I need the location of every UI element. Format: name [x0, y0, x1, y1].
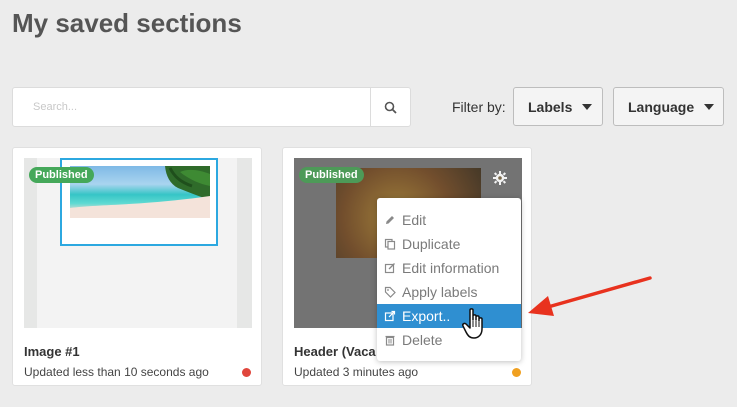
menu-item-duplicate[interactable]: Duplicate [377, 232, 521, 256]
menu-item-edit-information[interactable]: Edit information [377, 256, 521, 280]
status-dot [512, 368, 521, 377]
edit-info-icon [384, 263, 395, 274]
menu-item-delete[interactable]: Delete [377, 328, 521, 352]
menu-item-export[interactable]: Export.. [377, 304, 521, 328]
export-icon [384, 310, 396, 322]
search-icon [384, 101, 397, 114]
copy-icon [384, 238, 396, 250]
published-badge: Published [29, 167, 94, 183]
language-dropdown[interactable]: Language [613, 87, 724, 126]
menu-item-edit[interactable]: Edit [377, 208, 521, 232]
menu-item-label: Duplicate [402, 236, 461, 252]
search-bar [12, 87, 411, 127]
section-thumbnail[interactable]: Published [24, 158, 252, 328]
menu-item-label: Edit [402, 212, 427, 228]
annotation-arrow-icon [528, 276, 652, 316]
menu-item-label: Edit information [402, 260, 500, 276]
menu-item-label: Apply labels [402, 284, 478, 300]
caret-down-icon [704, 103, 715, 110]
menu-item-apply-labels[interactable]: Apply labels [377, 280, 521, 304]
filter-label: Filter by: [452, 99, 506, 115]
card-title[interactable]: Image #1 [24, 344, 80, 359]
tag-icon [384, 286, 396, 298]
card-title[interactable]: Header (Vaca [294, 344, 376, 359]
menu-item-label: Export.. [402, 308, 451, 324]
section-card[interactable]: Published Image #1 Updated less than 10 … [12, 147, 262, 386]
card-updated-text: Updated less than 10 seconds ago [24, 365, 209, 379]
card-updated-text: Updated 3 minutes ago [294, 365, 419, 379]
context-menu: Edit Duplicate Edit information Apply la… [377, 198, 521, 361]
language-dropdown-label: Language [628, 98, 695, 115]
labels-dropdown-label: Labels [528, 98, 573, 115]
hand-cursor-icon [462, 308, 483, 339]
menu-item-label: Delete [402, 332, 443, 348]
page-title: My saved sections [12, 8, 242, 38]
trash-icon [385, 335, 395, 346]
search-button[interactable] [370, 88, 410, 126]
labels-dropdown[interactable]: Labels [513, 87, 603, 126]
pencil-icon [386, 216, 394, 224]
gear-icon[interactable] [492, 170, 508, 186]
caret-down-icon [582, 103, 593, 110]
status-dot [242, 368, 251, 377]
search-input[interactable] [13, 88, 370, 126]
published-badge: Published [299, 167, 364, 183]
